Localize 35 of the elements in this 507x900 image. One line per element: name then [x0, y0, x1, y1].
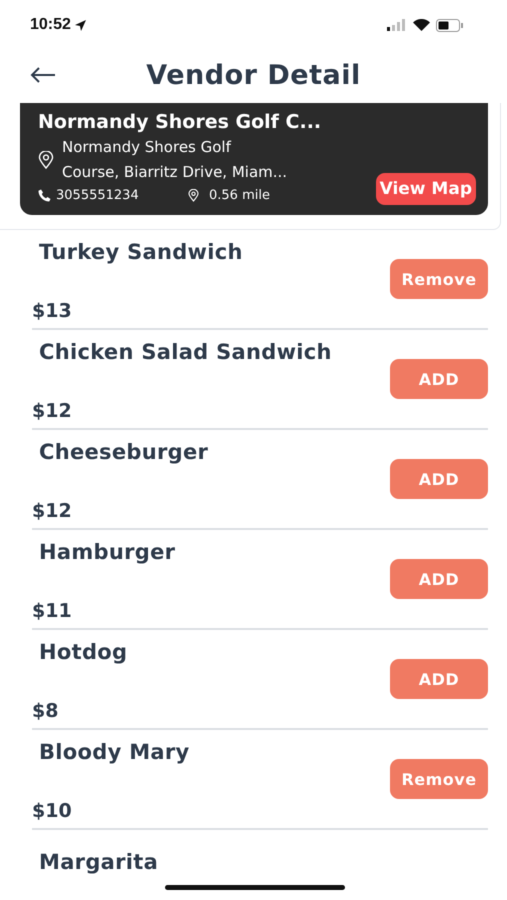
- back-arrow-icon[interactable]: [30, 67, 56, 83]
- wifi-icon: [413, 19, 430, 31]
- view-map-button[interactable]: View Map: [376, 173, 476, 205]
- page-title: Vendor Detail: [145, 60, 362, 90]
- signal-icon: [387, 19, 407, 31]
- item-button[interactable]: Remove: [390, 759, 488, 799]
- vendor-name: Normandy Shores Golf C...: [38, 111, 322, 133]
- item-name: Chicken Salad Sandwich: [38, 340, 333, 364]
- item-name: Hamburger: [38, 540, 176, 564]
- battery-icon: [436, 18, 463, 32]
- item-price: $10: [32, 800, 73, 822]
- item-name: Cheeseburger: [38, 440, 210, 464]
- distance: 0.56 mile: [209, 188, 270, 202]
- clock-time: 10:52: [30, 16, 71, 34]
- item-button[interactable]: ADD: [390, 359, 488, 399]
- address-line: Normandy Shores Golf: [62, 137, 232, 158]
- location-pin-icon: [188, 188, 199, 202]
- item-name: Turkey Sandwich: [38, 240, 244, 264]
- address-line: Course, Biarritz Drive, Miam...: [62, 162, 288, 183]
- item-button[interactable]: ADD: [390, 459, 488, 499]
- item-price: $12: [32, 400, 73, 422]
- location-arrow-icon: [74, 20, 86, 30]
- item-price: $8: [32, 700, 60, 722]
- phone-number[interactable]: 3055551234: [56, 188, 139, 202]
- item-price: $11: [32, 600, 73, 622]
- item-price: $12: [32, 500, 73, 522]
- phone-icon: [38, 188, 51, 202]
- item-price: $13: [32, 300, 73, 322]
- item-button[interactable]: ADD: [390, 559, 488, 599]
- location-pin-icon: [38, 151, 54, 169]
- item-name: Margarita: [38, 850, 160, 874]
- item-button[interactable]: Remove: [390, 259, 488, 299]
- item-name: Bloody Mary: [38, 740, 191, 764]
- item-name: Hotdog: [38, 640, 128, 664]
- item-button[interactable]: ADD: [390, 659, 488, 699]
